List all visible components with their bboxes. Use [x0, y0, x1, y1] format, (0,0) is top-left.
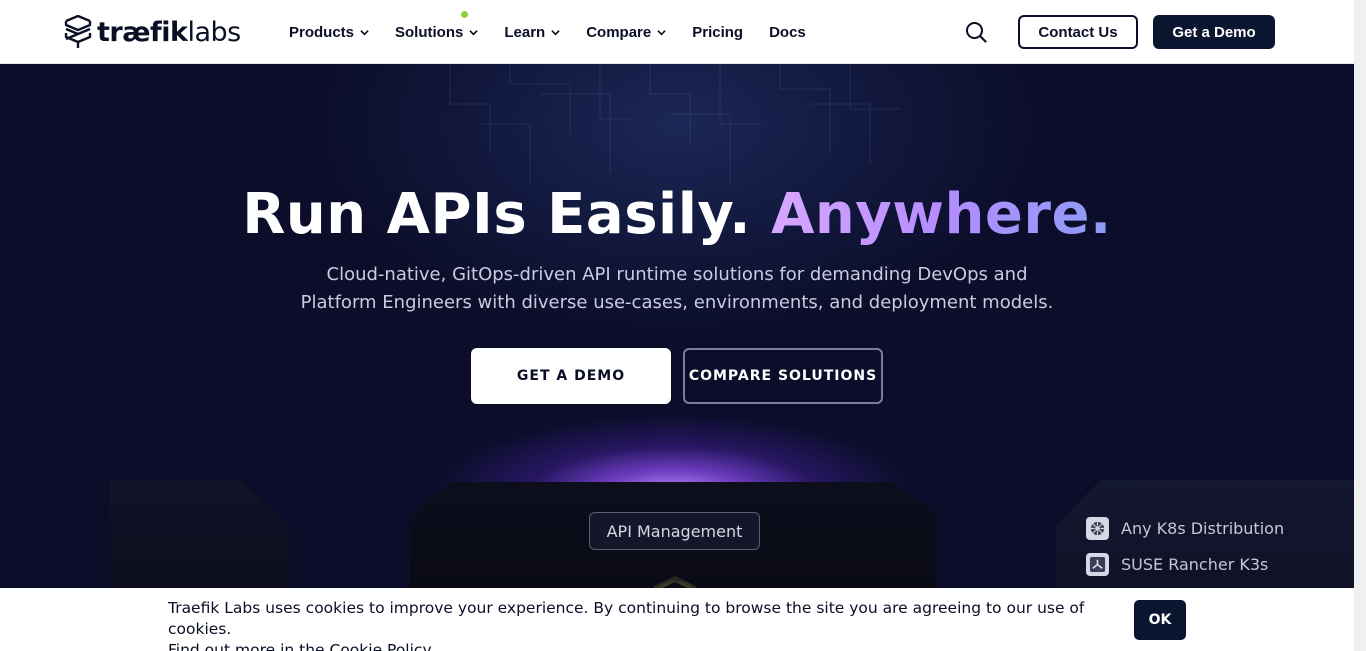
nav-docs[interactable]: Docs [769, 24, 806, 41]
distribution-k8s: Any K8s Distribution [1086, 517, 1284, 540]
hero-subtitle: Cloud-native, GitOps-driven API runtime … [0, 261, 1354, 317]
distribution-rancher: SUSE Rancher K3s [1086, 553, 1268, 576]
nav-learn[interactable]: Learn [504, 24, 560, 41]
hero-title-accent: Anywhere. [771, 182, 1112, 247]
main-nav: Products Solutions Learn Compare Pricing… [289, 0, 832, 64]
site-header: træfiklabs Products Solutions Learn Comp… [0, 0, 1354, 64]
chevron-down-icon [551, 29, 560, 35]
logo-wordmark: træfiklabs [97, 16, 241, 48]
page-scrollbar[interactable] [1354, 0, 1366, 651]
nav-compare-label: Compare [586, 23, 652, 41]
api-management-badge[interactable]: API Management [589, 512, 760, 550]
cookie-policy-link[interactable]: Find out more in the Cookie Policy. [168, 641, 434, 651]
cookie-ok-button[interactable]: OK [1134, 600, 1186, 640]
nav-solutions-label: Solutions [395, 23, 464, 41]
cookie-banner: Traefik Labs uses cookies to improve you… [0, 588, 1354, 651]
distribution-k8s-label: Any K8s Distribution [1121, 519, 1285, 538]
rancher-icon [1086, 553, 1109, 576]
hero-compare-solutions-button[interactable]: COMPARE SOLUTIONS [683, 348, 883, 404]
nav-compare[interactable]: Compare [586, 24, 666, 41]
chevron-down-icon [657, 29, 666, 35]
hero-subtitle-line2: Platform Engineers with diverse use-case… [300, 292, 1054, 313]
search-icon[interactable] [965, 21, 987, 43]
traefik-logo-icon [64, 15, 92, 48]
new-indicator-dot [461, 10, 469, 18]
cookie-message-line1: Traefik Labs uses cookies to improve you… [168, 599, 1085, 638]
nav-products[interactable]: Products [289, 24, 369, 41]
hero-subtitle-line1: Cloud-native, GitOps-driven API runtime … [326, 264, 1028, 285]
nav-solutions[interactable]: Solutions [395, 10, 479, 41]
chevron-down-icon [469, 29, 479, 35]
hero-title: Run APIs Easily. Anywhere. [0, 182, 1354, 247]
contact-us-button[interactable]: Contact Us [1018, 15, 1138, 49]
circuit-background [449, 64, 900, 184]
nav-learn-label: Learn [504, 23, 546, 41]
hero-title-main: Run APIs Easily. [242, 182, 772, 247]
get-a-demo-button[interactable]: Get a Demo [1153, 15, 1275, 49]
kubernetes-icon [1086, 517, 1109, 540]
cookie-message: Traefik Labs uses cookies to improve you… [168, 598, 1118, 651]
nav-products-label: Products [289, 23, 355, 41]
hero-section: Run APIs Easily. Anywhere. Cloud-native,… [0, 64, 1354, 651]
nav-pricing-label: Pricing [692, 23, 744, 41]
hero-get-demo-button[interactable]: GET A DEMO [471, 348, 671, 404]
traefik-labs-logo[interactable]: træfiklabs [63, 14, 241, 50]
nav-pricing[interactable]: Pricing [692, 24, 743, 41]
nav-docs-label: Docs [769, 23, 806, 41]
chevron-down-icon [360, 29, 369, 35]
distribution-rancher-label: SUSE Rancher K3s [1121, 555, 1269, 574]
